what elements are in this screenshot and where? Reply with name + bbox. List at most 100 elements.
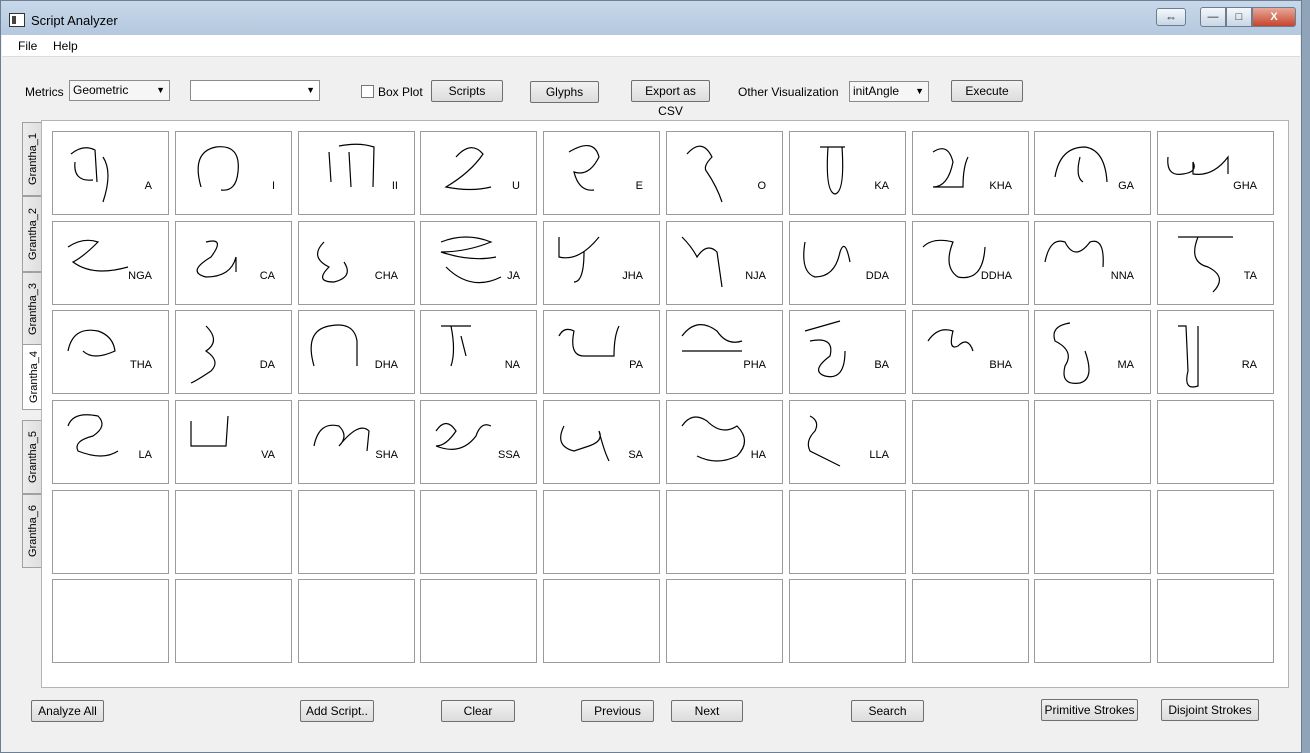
- glyph-cell-empty[interactable]: [1034, 490, 1151, 574]
- glyph-stroke: [317, 241, 348, 283]
- snap-icon[interactable]: ⇔: [1156, 8, 1186, 26]
- glyph-stroke: [568, 145, 600, 191]
- glyph-cell-empty[interactable]: [543, 579, 660, 663]
- export-csv-button[interactable]: Export as CSV: [631, 80, 710, 118]
- menu-help[interactable]: Help: [53, 39, 78, 53]
- execute-button[interactable]: Execute: [951, 80, 1023, 102]
- glyph-cell-va[interactable]: VA: [175, 400, 292, 484]
- boxplot-checkbox[interactable]: [361, 85, 374, 98]
- add-script-button[interactable]: Add Script..: [300, 700, 374, 722]
- glyph-cell-pha[interactable]: PHA: [666, 310, 783, 394]
- glyph-cell-sa[interactable]: SA: [543, 400, 660, 484]
- glyph-cell-la[interactable]: LA: [52, 400, 169, 484]
- glyph-cell-nja[interactable]: NJA: [666, 221, 783, 305]
- glyph-cell-ka[interactable]: KA: [789, 131, 906, 215]
- glyph-cell-empty[interactable]: [666, 490, 783, 574]
- glyph-cell-empty[interactable]: [1034, 579, 1151, 663]
- glyph-cell-empty[interactable]: [543, 490, 660, 574]
- glyph-stroke: [440, 236, 502, 284]
- glyph-stroke: [435, 422, 492, 450]
- glyph-cell-kha[interactable]: KHA: [912, 131, 1029, 215]
- glyph-stroke: [922, 239, 986, 279]
- glyph-cell-da[interactable]: DA: [175, 310, 292, 394]
- glyph-cell-ba[interactable]: BA: [789, 310, 906, 394]
- glyph-cell-empty[interactable]: [1157, 490, 1274, 574]
- metrics-combo[interactable]: Geometric ▼: [69, 80, 170, 101]
- glyph-cell-lla[interactable]: LLA: [789, 400, 906, 484]
- glyph-cell-empty[interactable]: [175, 579, 292, 663]
- scripts-button[interactable]: Scripts: [431, 80, 503, 102]
- glyph-cell-u[interactable]: U: [420, 131, 537, 215]
- glyph-cell-tha[interactable]: THA: [52, 310, 169, 394]
- minimize-button[interactable]: —: [1200, 7, 1226, 27]
- glyph-cell-ha[interactable]: HA: [666, 400, 783, 484]
- glyph-cell-ddha[interactable]: DDHA: [912, 221, 1029, 305]
- glyph-cell-i[interactable]: I: [175, 131, 292, 215]
- glyph-cell-ta[interactable]: TA: [1157, 221, 1274, 305]
- glyph-cell-e[interactable]: E: [543, 131, 660, 215]
- other-visualization-value: initAngle: [853, 84, 900, 98]
- disjoint-strokes-button[interactable]: Disjoint Strokes: [1161, 699, 1259, 721]
- title-bar[interactable]: Script Analyzer ⇔ — □ X: [1, 1, 1301, 35]
- glyph-cell-a[interactable]: A: [52, 131, 169, 215]
- clear-button[interactable]: Clear: [441, 700, 515, 722]
- glyph-cell-bha[interactable]: BHA: [912, 310, 1029, 394]
- glyph-cell-empty[interactable]: [420, 579, 537, 663]
- other-visualization-combo[interactable]: initAngle ▼: [849, 81, 929, 102]
- glyph-cell-empty[interactable]: [1034, 400, 1151, 484]
- glyph-drawing: [435, 422, 492, 450]
- analyze-all-button[interactable]: Analyze All: [31, 700, 104, 722]
- glyph-cell-empty[interactable]: [1157, 579, 1274, 663]
- glyph-cell-pa[interactable]: PA: [543, 310, 660, 394]
- glyph-cell-ma[interactable]: MA: [1034, 310, 1151, 394]
- glyph-drawing: [932, 148, 969, 188]
- glyph-cell-empty[interactable]: [420, 490, 537, 574]
- glyph-cell-dha[interactable]: DHA: [298, 310, 415, 394]
- glyph-cell-empty[interactable]: [298, 490, 415, 574]
- glyph-cell-empty[interactable]: [175, 490, 292, 574]
- tab-grantha-2[interactable]: Grantha_2: [22, 196, 42, 272]
- glyph-cell-cha[interactable]: CHA: [298, 221, 415, 305]
- glyph-cell-nga[interactable]: NGA: [52, 221, 169, 305]
- tab-grantha-1[interactable]: Grantha_1: [22, 122, 42, 196]
- search-button[interactable]: Search: [851, 700, 924, 722]
- glyph-stroke: [310, 324, 358, 367]
- glyph-label: NA: [504, 359, 520, 371]
- glyph-cell-nna[interactable]: NNA: [1034, 221, 1151, 305]
- glyph-cell-empty[interactable]: [52, 490, 169, 574]
- previous-button[interactable]: Previous: [581, 700, 654, 722]
- tab-grantha-6[interactable]: Grantha_6: [22, 494, 42, 568]
- glyph-cell-jha[interactable]: JHA: [543, 221, 660, 305]
- close-button[interactable]: X: [1252, 7, 1296, 27]
- glyph-cell-empty[interactable]: [52, 579, 169, 663]
- menu-file[interactable]: File: [18, 39, 37, 53]
- glyph-cell-ca[interactable]: CA: [175, 221, 292, 305]
- glyph-cell-sha[interactable]: SHA: [298, 400, 415, 484]
- glyph-panel: A I II U E O KA KHA GA GHA NGA CA CHA JA JHA NJA DDA DDHA…: [41, 120, 1289, 688]
- glyph-cell-ga[interactable]: GA: [1034, 131, 1151, 215]
- metric-detail-combo[interactable]: ▼: [190, 80, 320, 101]
- glyph-cell-empty[interactable]: [912, 400, 1029, 484]
- glyph-cell-gha[interactable]: GHA: [1157, 131, 1274, 215]
- glyph-cell-dda[interactable]: DDA: [789, 221, 906, 305]
- maximize-button[interactable]: □: [1226, 7, 1252, 27]
- glyph-cell-na[interactable]: NA: [420, 310, 537, 394]
- glyph-cell-empty[interactable]: [789, 579, 906, 663]
- glyph-cell-empty[interactable]: [1157, 400, 1274, 484]
- glyph-cell-empty[interactable]: [666, 579, 783, 663]
- glyph-cell-ja[interactable]: JA: [420, 221, 537, 305]
- glyph-cell-ii[interactable]: II: [298, 131, 415, 215]
- glyph-cell-empty[interactable]: [789, 490, 906, 574]
- glyph-label: A: [144, 180, 152, 192]
- tab-grantha-3[interactable]: Grantha_3: [22, 272, 42, 346]
- glyphs-button[interactable]: Glyphs: [530, 81, 599, 103]
- primitive-strokes-button[interactable]: Primitive Strokes: [1041, 699, 1138, 721]
- tab-grantha-5[interactable]: Grantha_5: [22, 420, 42, 494]
- glyph-cell-empty[interactable]: [912, 579, 1029, 663]
- next-button[interactable]: Next: [671, 700, 743, 722]
- glyph-cell-ssa[interactable]: SSA: [420, 400, 537, 484]
- glyph-cell-o[interactable]: O: [666, 131, 783, 215]
- glyph-cell-empty[interactable]: [298, 579, 415, 663]
- glyph-cell-ra[interactable]: RA: [1157, 310, 1274, 394]
- glyph-cell-empty[interactable]: [912, 490, 1029, 574]
